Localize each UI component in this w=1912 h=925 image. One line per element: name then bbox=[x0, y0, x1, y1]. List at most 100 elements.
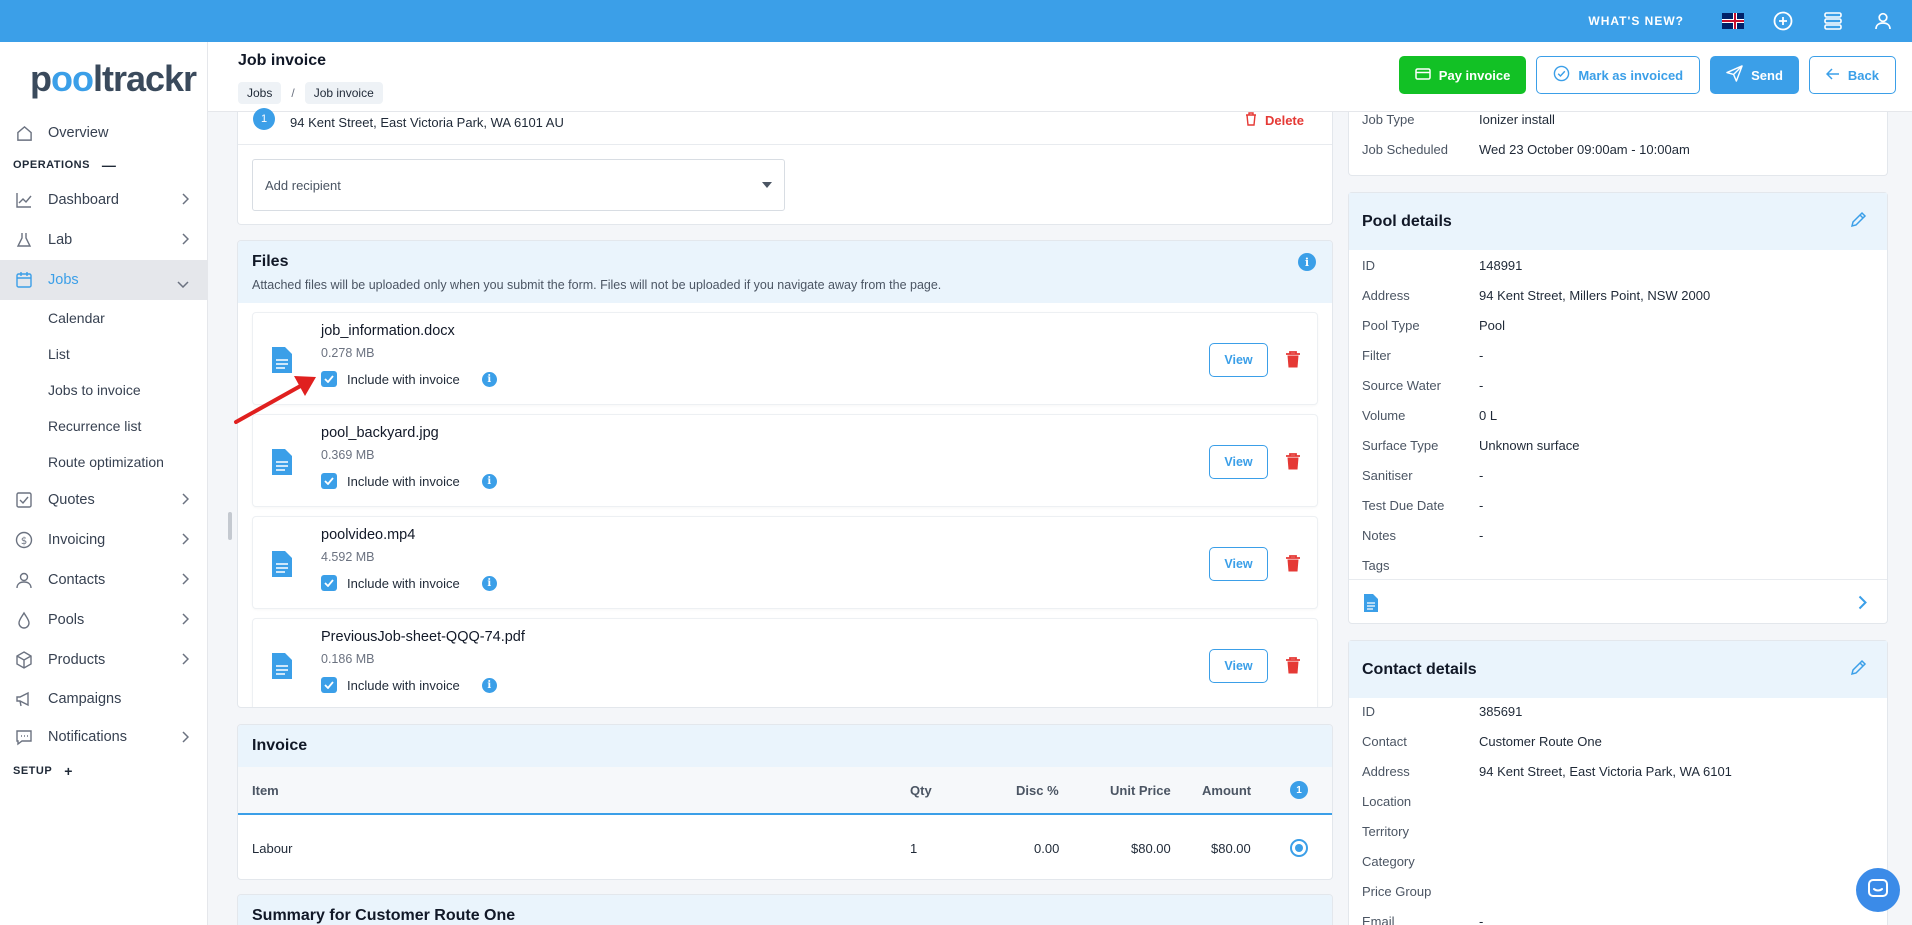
view-file-button[interactable]: View bbox=[1209, 343, 1268, 377]
sidebar-item-pools[interactable]: Pools bbox=[0, 600, 207, 640]
field-value: Pool bbox=[1479, 318, 1506, 333]
user-icon[interactable] bbox=[1872, 10, 1894, 32]
detail-row: Filter - bbox=[1362, 348, 1483, 363]
uk-flag-icon[interactable] bbox=[1722, 10, 1744, 32]
chevron-right-icon bbox=[181, 533, 190, 549]
sidebar-item-jobs[interactable]: Jobs bbox=[0, 260, 207, 300]
chevron-right-icon bbox=[181, 193, 190, 209]
svg-text:$: $ bbox=[21, 536, 27, 547]
field-value: - bbox=[1479, 498, 1484, 513]
trash-outline-icon bbox=[1245, 112, 1257, 129]
pencil-icon[interactable] bbox=[1849, 211, 1867, 234]
layout-settings-icon[interactable] bbox=[1822, 10, 1844, 32]
divider bbox=[238, 144, 1332, 145]
send-button[interactable]: Send bbox=[1710, 56, 1799, 94]
trash-icon[interactable] bbox=[1286, 555, 1300, 575]
include-with-invoice-checkbox[interactable] bbox=[321, 473, 337, 489]
info-icon[interactable]: i bbox=[481, 371, 497, 387]
field-value: 385691 bbox=[1479, 704, 1523, 719]
col-disc: Disc % bbox=[1016, 783, 1059, 798]
info-icon[interactable]: i bbox=[481, 575, 497, 591]
job-details-card: Job Type Ionizer install Job Scheduled Wed… bbox=[1348, 112, 1888, 176]
breadcrumb-jobs[interactable]: Jobs bbox=[238, 82, 282, 104]
field-value: 94 Kent Street, Millers Point, NSW 2000 bbox=[1479, 288, 1711, 303]
operations-section[interactable]: OPERATIONS — bbox=[0, 150, 207, 180]
include-with-invoice-option: Include with invoice i bbox=[321, 575, 497, 591]
sidebar-item-calendar[interactable]: Calendar bbox=[0, 300, 207, 336]
sidebar-item-products[interactable]: Products bbox=[0, 640, 207, 680]
plus-circle-icon[interactable] bbox=[1772, 10, 1794, 32]
table-row[interactable]: Labour 1 0.00 $80.00 $80.00 bbox=[238, 815, 1332, 879]
pay-invoice-button[interactable]: Pay invoice bbox=[1398, 56, 1527, 94]
document-icon[interactable] bbox=[1363, 593, 1379, 616]
sidebar-item-campaigns[interactable]: Campaigns bbox=[0, 680, 207, 718]
include-label: Include with invoice bbox=[347, 473, 460, 489]
sidebar-item-invoicing[interactable]: $ Invoicing bbox=[0, 520, 207, 560]
breadcrumb-separator: / bbox=[291, 86, 295, 100]
trash-icon[interactable] bbox=[1286, 351, 1300, 371]
trash-icon[interactable] bbox=[1286, 453, 1300, 473]
sidebar-item-notifications[interactable]: Notifications bbox=[0, 718, 207, 756]
file-size: 0.186 MB bbox=[321, 652, 375, 666]
delete-recipient-button[interactable]: Delete bbox=[1245, 112, 1304, 129]
sidebar-item-label: Contacts bbox=[48, 572, 106, 588]
logo-text-o: oo bbox=[51, 58, 94, 99]
info-icon[interactable]: i bbox=[481, 677, 497, 693]
invoice-title: Invoice bbox=[238, 725, 1332, 767]
whats-new-link[interactable]: WHAT'S NEW? bbox=[1588, 14, 1684, 28]
pool-details-footer bbox=[1349, 579, 1887, 625]
pool-details-title: Pool details bbox=[1362, 213, 1452, 230]
sidebar-item-recurrence-list[interactable]: Recurrence list bbox=[0, 408, 207, 444]
mark-as-invoiced-button[interactable]: Mark as invoiced bbox=[1536, 56, 1701, 94]
sidebar-item-lab[interactable]: Lab bbox=[0, 220, 207, 260]
contact-details-title: Contact details bbox=[1362, 661, 1477, 678]
row-select-radio[interactable] bbox=[1290, 839, 1308, 857]
include-label: Include with invoice bbox=[347, 575, 460, 591]
sidebar-item-quotes[interactable]: Quotes bbox=[0, 480, 207, 520]
setup-section[interactable]: SETUP + bbox=[0, 756, 207, 786]
sidebar-item-dashboard[interactable]: Dashboard bbox=[0, 180, 207, 220]
breadcrumb-job-invoice[interactable]: Job invoice bbox=[304, 82, 383, 104]
info-icon[interactable]: i bbox=[1298, 253, 1316, 271]
add-recipient-select[interactable]: Add recipient bbox=[252, 159, 785, 211]
view-file-button[interactable]: View bbox=[1209, 547, 1268, 581]
sidebar-item-label: Quotes bbox=[48, 492, 95, 508]
info-icon[interactable]: i bbox=[481, 473, 497, 489]
include-with-invoice-checkbox[interactable] bbox=[321, 371, 337, 387]
field-value: Unknown surface bbox=[1479, 438, 1580, 453]
trash-icon[interactable] bbox=[1286, 657, 1300, 677]
sidebar-resize-handle[interactable] bbox=[228, 512, 232, 540]
chevron-right-icon bbox=[181, 493, 190, 509]
sidebar-item-route-optimization[interactable]: Route optimization bbox=[0, 444, 207, 480]
box-icon bbox=[14, 650, 34, 670]
sidebar-item-overview[interactable]: Overview bbox=[0, 116, 207, 150]
file-size: 0.278 MB bbox=[321, 346, 375, 360]
detail-row: Test Due Date - bbox=[1362, 498, 1483, 513]
field-label: Job Type bbox=[1362, 112, 1415, 127]
include-with-invoice-checkbox[interactable] bbox=[321, 677, 337, 693]
chat-support-button[interactable] bbox=[1856, 868, 1900, 912]
field-label: ID bbox=[1362, 704, 1375, 719]
view-file-button[interactable]: View bbox=[1209, 649, 1268, 683]
files-header: Files Attached files will be uploaded on… bbox=[238, 241, 1332, 303]
sidebar-item-list[interactable]: List bbox=[0, 336, 207, 372]
row-disc: 0.00 bbox=[1034, 841, 1060, 856]
sidebar-item-jobs-to-invoice[interactable]: Jobs to invoice bbox=[0, 372, 207, 408]
message-icon bbox=[14, 727, 34, 747]
back-button[interactable]: Back bbox=[1808, 56, 1896, 94]
field-label: Price Group bbox=[1362, 884, 1432, 899]
pool-details-card: Pool details ID 148991 Address 94 Kent Stre… bbox=[1348, 192, 1888, 624]
button-label: Back bbox=[1847, 67, 1879, 83]
button-label: Delete bbox=[1264, 113, 1304, 128]
include-with-invoice-checkbox[interactable] bbox=[321, 575, 337, 591]
view-file-button[interactable]: View bbox=[1209, 445, 1268, 479]
field-value: - bbox=[1479, 348, 1484, 363]
pooltrackr-logo[interactable]: p oo ltrackr bbox=[0, 42, 207, 116]
document-icon bbox=[271, 652, 293, 683]
sidebar-item-contacts[interactable]: Contacts bbox=[0, 560, 207, 600]
detail-row: Sanitiser - bbox=[1362, 468, 1483, 483]
chevron-right-icon[interactable] bbox=[1858, 595, 1867, 613]
pencil-icon[interactable] bbox=[1849, 659, 1867, 682]
credit-card-icon bbox=[1415, 67, 1431, 83]
field-value: - bbox=[1479, 378, 1484, 393]
